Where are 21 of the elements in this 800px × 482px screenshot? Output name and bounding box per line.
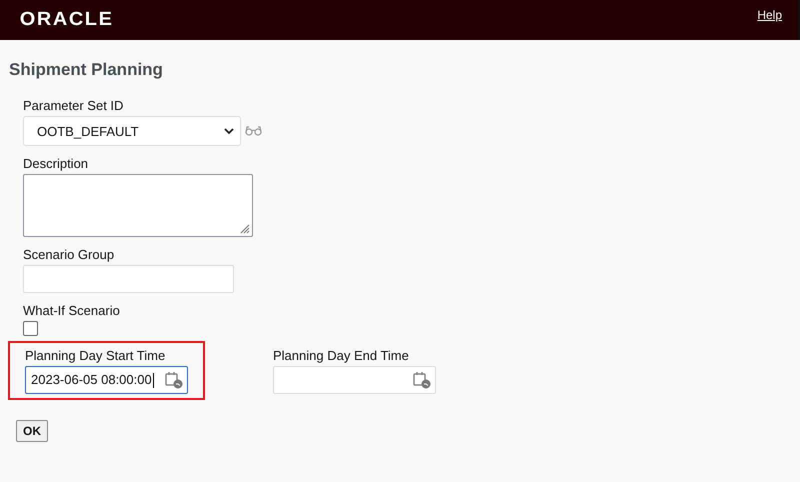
- calendar-clock-icon[interactable]: [413, 371, 431, 389]
- scenario-group-field[interactable]: [23, 265, 234, 293]
- ok-button[interactable]: OK: [16, 420, 48, 442]
- chevron-down-icon: [224, 128, 234, 134]
- field-label: Scenario Group: [23, 247, 116, 262]
- field-label: What-If Scenario: [23, 303, 121, 318]
- description-field[interactable]: [23, 174, 253, 237]
- parameter-select[interactable]: OOTB_DEFAULT: [23, 116, 241, 146]
- help-link[interactable]: Help: [757, 8, 782, 22]
- resize-handle-icon[interactable]: [240, 224, 250, 234]
- glasses-icon[interactable]: [245, 126, 262, 136]
- field-label: Planning Day Start Time: [25, 348, 166, 363]
- field-label: Planning Day End Time: [273, 348, 410, 363]
- field-label: Parameter Set ID: [23, 98, 124, 113]
- datetime-field[interactable]: 2023-06-05 08:00:00: [25, 366, 188, 394]
- oracle-logo: ORACLE: [20, 9, 114, 31]
- field-label: Description: [23, 156, 90, 171]
- what-if-checkbox[interactable]: [23, 321, 38, 336]
- datetime-field[interactable]: [273, 366, 436, 394]
- calendar-clock-icon[interactable]: [165, 371, 183, 389]
- page-title: Shipment Planning: [9, 60, 164, 80]
